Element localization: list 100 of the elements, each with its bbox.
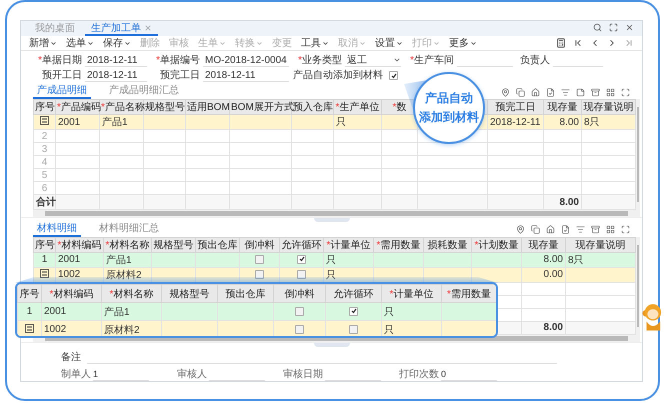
copy-icon[interactable] [531, 225, 540, 234]
column-header: 倒冲料 [240, 237, 280, 252]
column-header: 预入仓库 [292, 100, 334, 114]
toolbar-button[interactable]: 新增 [29, 36, 57, 50]
document-check-icon[interactable] [561, 225, 570, 234]
grid-icon[interactable] [606, 225, 615, 234]
input-field[interactable]: 2018-12-11 [85, 54, 147, 67]
splitter-handle[interactable] [314, 342, 350, 346]
row-number: 1 [26, 306, 32, 317]
toolbar-button[interactable]: 更多 [449, 36, 477, 50]
checkbox[interactable] [349, 306, 358, 316]
caret-icon [87, 40, 94, 46]
column-header: 序号 [34, 237, 56, 252]
list-icon[interactable] [25, 324, 34, 332]
close-icon[interactable] [625, 23, 634, 32]
field-label: *单据日期 [37, 54, 83, 67]
column-header: *材料编码 [42, 284, 102, 302]
row-number: 1 [42, 254, 48, 265]
calculator-icon[interactable] [556, 38, 566, 48]
column-header: *生产单位 [334, 100, 382, 114]
vertical-scrollbar[interactable] [636, 236, 640, 334]
field-label: 预完工日 [159, 69, 201, 82]
column-header: 适用BOM [186, 100, 230, 114]
column-header: 预出仓库 [196, 237, 240, 252]
caret-icon [470, 40, 477, 46]
caret-icon [322, 40, 329, 46]
filter-icon[interactable] [561, 88, 570, 96]
horizontal-scrollbar[interactable] [33, 210, 640, 217]
toolbar-button[interactable]: 选单 [66, 36, 94, 50]
select-field[interactable]: 返工 [345, 54, 401, 67]
caret-icon [433, 40, 440, 46]
column-header: 允许循环 [326, 284, 382, 302]
column-header: 允许循环 [280, 237, 324, 252]
field-label: 审核日期 [282, 368, 323, 381]
sub-tab[interactable]: 材料明细汇总 [95, 222, 163, 236]
checkbox[interactable] [389, 71, 398, 80]
column-header: 规格型号 [152, 237, 196, 252]
toolbar-button[interactable]: 工具 [301, 36, 329, 50]
copy-icon[interactable] [516, 88, 525, 96]
toolbar-button[interactable]: 设置 [375, 36, 403, 50]
last-page-icon[interactable] [624, 38, 634, 48]
input-field[interactable]: 0 [441, 368, 497, 381]
checkbox[interactable] [255, 254, 264, 264]
filter-icon[interactable] [576, 225, 585, 234]
table-cell: 2001 [56, 252, 104, 267]
column-header: 规格型号 [162, 284, 218, 302]
column-header: 现存量 [544, 100, 582, 114]
column-header: 预完工日 [488, 100, 544, 114]
caret-icon [256, 40, 263, 46]
checkbox[interactable] [295, 324, 304, 334]
field-label: 审核人 [176, 368, 207, 381]
house-icon[interactable] [531, 88, 540, 96]
note-icon[interactable] [576, 88, 585, 96]
caret-icon [393, 56, 401, 64]
pin-icon[interactable] [516, 225, 525, 234]
caret-icon [124, 40, 131, 46]
column-header: 序号 [34, 100, 56, 114]
callout-text: 产品自动 添加到材料 [419, 90, 479, 126]
column-header: *材料名称 [102, 284, 162, 302]
house-icon[interactable] [546, 225, 555, 234]
caret-icon [50, 40, 57, 46]
expand-icon[interactable] [621, 88, 630, 96]
input-field[interactable]: 2018-12-11 [85, 69, 147, 82]
document-check-icon[interactable] [546, 88, 555, 96]
pin-icon[interactable] [501, 88, 510, 96]
fullscreen-icon[interactable] [609, 23, 618, 32]
column-header: 预出仓库 [218, 284, 274, 302]
expand-icon[interactable] [621, 225, 630, 234]
input-field[interactable]: 1 [93, 368, 149, 381]
column-header: *计划数量 [472, 237, 522, 252]
checkbox[interactable] [297, 254, 306, 264]
first-page-icon[interactable] [573, 38, 583, 48]
input-field[interactable]: 2018-12-11 [203, 69, 289, 82]
list-icon[interactable] [40, 268, 49, 278]
box-icon[interactable] [591, 225, 600, 234]
table-cell: 8.00 [522, 252, 566, 267]
column-header: 规格型号 [144, 100, 186, 114]
checkbox[interactable] [295, 306, 304, 316]
table-cell: 0.00 [522, 267, 566, 282]
field-label: *业务类型 [297, 54, 343, 67]
checkbox[interactable] [349, 324, 358, 334]
list-icon[interactable] [40, 116, 49, 125]
box-icon[interactable] [591, 88, 600, 96]
row-number: 6 [42, 182, 48, 194]
column-header: 序号 [18, 284, 42, 302]
tab[interactable]: 生产加工单 [85, 21, 158, 36]
input-field[interactable]: MO-2018-12-0004 [203, 54, 289, 67]
field-label: 预开工日 [41, 69, 83, 82]
search-icon[interactable] [593, 23, 602, 32]
field-label: 备注 [61, 351, 82, 364]
row-number: 2 [42, 130, 48, 142]
column-header: BOM展开方式 [230, 100, 292, 114]
grid-icon[interactable] [606, 88, 615, 96]
column-header: *需用数量 [442, 284, 496, 302]
column-header: *需用数量 [374, 237, 424, 252]
toolbar-button[interactable]: 保存 [103, 36, 131, 50]
sub-tab[interactable]: 产成品明细汇总 [105, 85, 183, 99]
column-header: *产品编码 [56, 100, 100, 114]
column-header: *计量单位 [382, 284, 442, 302]
vertical-scrollbar[interactable] [636, 99, 640, 210]
